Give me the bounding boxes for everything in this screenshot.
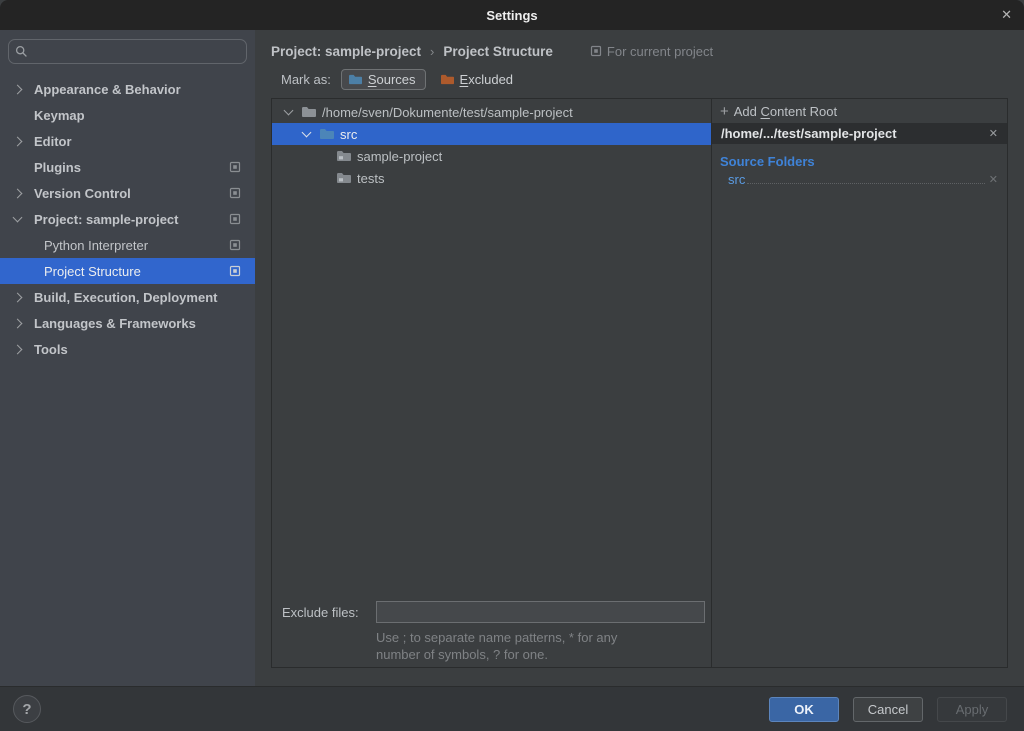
- exclude-files-input[interactable]: [376, 601, 705, 623]
- sidebar-item-tools[interactable]: Tools: [0, 336, 255, 362]
- chevron-right-icon: [13, 318, 23, 328]
- source-folder-name: src: [728, 172, 745, 187]
- tree-row-src[interactable]: src: [272, 123, 711, 145]
- remove-content-root-icon[interactable]: ✕: [989, 127, 998, 140]
- content-roots-panel: /home/sven/Dokumente/test/sample-project…: [271, 98, 1008, 668]
- tree-row-content-root[interactable]: /home/sven/Dokumente/test/sample-project: [272, 101, 711, 123]
- chevron-down-icon: [13, 213, 23, 223]
- excluded-folder-icon: [440, 73, 455, 86]
- chevron-down-icon[interactable]: [283, 106, 293, 116]
- breadcrumb: Project: sample-project › Project Struct…: [271, 40, 1008, 62]
- settings-nav: Appearance & Behavior Keymap Editor Plug…: [0, 76, 255, 362]
- help-button[interactable]: ?: [13, 695, 41, 723]
- mark-as-label: Mark as:: [281, 72, 331, 87]
- project-structure-page: Project: sample-project › Project Struct…: [255, 30, 1024, 686]
- directory-tree: /home/sven/Dokumente/test/sample-project…: [272, 99, 711, 667]
- chevron-right-icon: [13, 292, 23, 302]
- sidebar-item-project-sample-project[interactable]: Project: sample-project: [0, 206, 255, 232]
- chevron-right-icon: [13, 344, 23, 354]
- cancel-button[interactable]: Cancel: [853, 697, 923, 722]
- exclude-files-section: Exclude files: Use ; to separate name pa…: [272, 601, 705, 667]
- tree-row-tests[interactable]: tests: [272, 167, 711, 189]
- tree-row-sample-project[interactable]: sample-project: [272, 145, 711, 167]
- ok-button[interactable]: OK: [769, 697, 839, 722]
- sidebar-item-build-execution-deployment[interactable]: Build, Execution, Deployment: [0, 284, 255, 310]
- settings-sidebar: Appearance & Behavior Keymap Editor Plug…: [0, 30, 255, 686]
- close-icon[interactable]: ✕: [1001, 7, 1012, 23]
- current-project-badge-icon: [229, 265, 241, 277]
- exclude-files-label: Exclude files:: [282, 605, 376, 620]
- search-icon: [15, 45, 28, 58]
- sidebar-item-appearance-behavior[interactable]: Appearance & Behavior: [0, 76, 255, 102]
- breadcrumb-page-title: Project Structure: [443, 44, 553, 59]
- mark-as-toolbar: Mark as: Sources Excluded: [271, 66, 1008, 92]
- source-folder-icon: [319, 127, 335, 141]
- breadcrumb-separator: ›: [430, 44, 434, 59]
- source-folder-icon: [348, 73, 363, 86]
- chevron-right-icon: [13, 188, 23, 198]
- plus-icon: +: [720, 104, 729, 119]
- apply-button[interactable]: Apply: [937, 697, 1007, 722]
- add-content-root-button[interactable]: + Add Content Root: [712, 99, 1007, 123]
- sidebar-item-keymap[interactable]: Keymap: [0, 102, 255, 128]
- sidebar-item-version-control[interactable]: Version Control: [0, 180, 255, 206]
- chevron-right-icon: [13, 136, 23, 146]
- sidebar-item-languages-frameworks[interactable]: Languages & Frameworks: [0, 310, 255, 336]
- chevron-right-icon: [13, 84, 23, 94]
- current-project-badge-icon: [590, 45, 602, 57]
- content-root-details: + Add Content Root /home/.../test/sample…: [712, 99, 1007, 667]
- current-project-badge-icon: [229, 239, 241, 251]
- sidebar-item-editor[interactable]: Editor: [0, 128, 255, 154]
- settings-dialog: Appearance & Behavior Keymap Editor Plug…: [0, 30, 1024, 686]
- scope-label: For current project: [590, 44, 713, 59]
- settings-search-box[interactable]: [8, 39, 247, 64]
- window-title: Settings: [486, 8, 537, 23]
- source-folder-entry[interactable]: src ✕: [728, 172, 998, 187]
- current-project-badge-icon: [229, 161, 241, 173]
- folder-icon: [301, 105, 317, 119]
- folder-icon: [336, 149, 352, 163]
- titlebar: Settings ✕: [0, 0, 1024, 30]
- sidebar-item-project-structure[interactable]: Project Structure: [0, 258, 255, 284]
- mark-excluded-button[interactable]: Excluded: [436, 70, 517, 89]
- chevron-down-icon[interactable]: [301, 128, 311, 138]
- dotted-leader: [747, 183, 984, 184]
- folder-icon: [336, 171, 352, 185]
- search-input[interactable]: [33, 44, 240, 59]
- mark-sources-button[interactable]: Sources: [341, 69, 426, 90]
- exclude-files-hint: Use ; to separate name patterns, * for a…: [376, 629, 705, 663]
- current-project-badge-icon: [229, 187, 241, 199]
- dialog-footer: ? OK Cancel Apply: [0, 686, 1024, 731]
- breadcrumb-project[interactable]: Project: sample-project: [271, 44, 421, 59]
- sidebar-item-plugins[interactable]: Plugins: [0, 154, 255, 180]
- remove-source-folder-icon[interactable]: ✕: [989, 173, 998, 186]
- content-root-entry[interactable]: /home/.../test/sample-project ✕: [712, 123, 1007, 144]
- content-root-path: /home/.../test/sample-project: [721, 126, 989, 141]
- current-project-badge-icon: [229, 213, 241, 225]
- sidebar-item-python-interpreter[interactable]: Python Interpreter: [0, 232, 255, 258]
- source-folders-heading: Source Folders: [720, 154, 1007, 169]
